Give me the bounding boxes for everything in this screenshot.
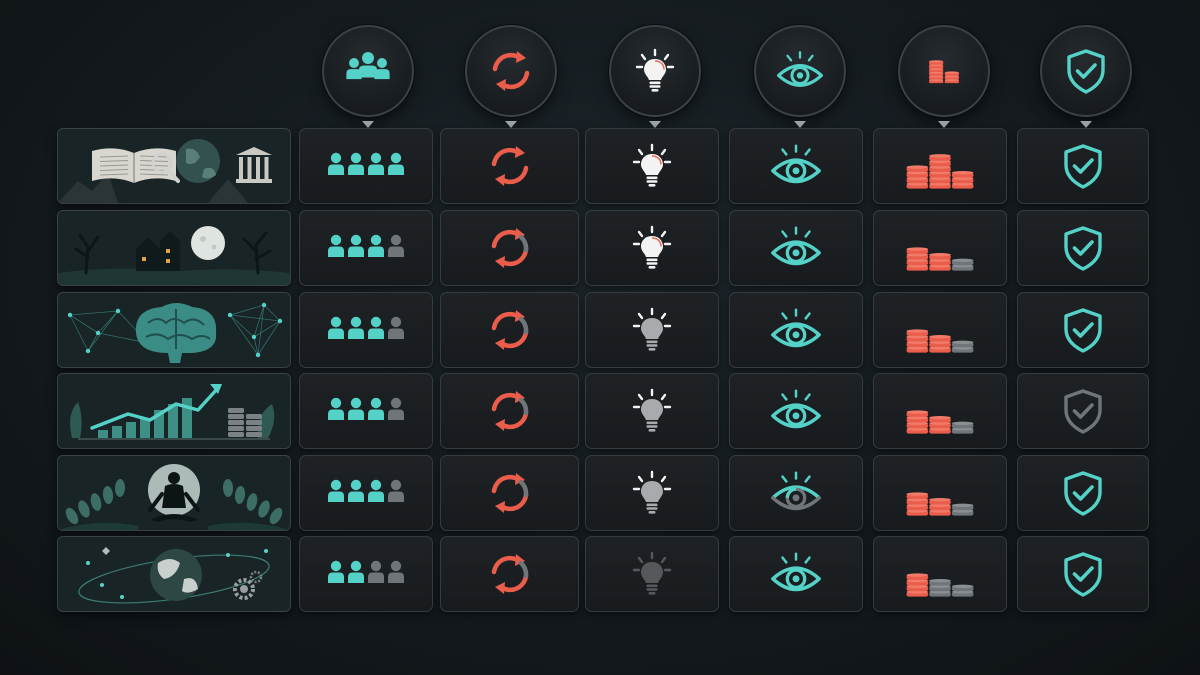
coins-icon xyxy=(906,410,974,434)
column-header-cycle xyxy=(465,25,557,128)
column-header-cost xyxy=(898,25,990,128)
header-pointer xyxy=(649,121,661,128)
cell-visibility xyxy=(729,455,863,531)
meditation-moon-image xyxy=(57,455,291,531)
globe-orbit-gears-image xyxy=(57,536,291,612)
cell-idea xyxy=(585,210,719,286)
lightbulb-icon xyxy=(632,143,672,187)
shield-check-icon xyxy=(1064,308,1102,353)
brain-network-image xyxy=(57,292,291,368)
lightbulb-icon xyxy=(632,225,672,269)
cell-security xyxy=(1017,455,1149,531)
cell-visibility xyxy=(729,128,863,204)
cell-cycle xyxy=(440,210,579,286)
refresh-icon xyxy=(492,51,530,91)
shield-check-icon xyxy=(1064,389,1102,434)
comparison-matrix xyxy=(0,0,1200,675)
refresh-icon xyxy=(491,554,529,594)
eye-icon xyxy=(771,308,821,348)
cell-idea xyxy=(585,455,719,531)
header-pointer xyxy=(362,121,374,128)
cell-cost xyxy=(873,292,1007,368)
column-header-visibility xyxy=(754,25,846,128)
refresh-icon xyxy=(491,146,529,186)
refresh-icon xyxy=(491,310,529,350)
cell-cycle xyxy=(440,128,579,204)
people-icon xyxy=(328,152,404,175)
refresh-icon xyxy=(491,391,529,431)
cell-security xyxy=(1017,373,1149,449)
cell-idea xyxy=(585,128,719,204)
column-header-idea xyxy=(609,25,701,128)
lightbulb-icon xyxy=(632,388,672,432)
eye-icon xyxy=(771,389,821,429)
header-pointer xyxy=(505,121,517,128)
header-pointer xyxy=(938,121,950,128)
cell-visibility xyxy=(729,292,863,368)
cell-cycle xyxy=(440,455,579,531)
cell-people xyxy=(299,292,433,368)
cell-cycle xyxy=(440,536,579,612)
cell-visibility xyxy=(729,536,863,612)
coins-icon xyxy=(929,60,959,84)
coins-icon xyxy=(906,492,974,516)
lightbulb-icon xyxy=(632,470,672,514)
people-icon xyxy=(346,52,390,80)
header-pointer xyxy=(794,121,806,128)
cell-people xyxy=(299,373,433,449)
shield-check-icon xyxy=(1064,226,1102,271)
cell-cycle xyxy=(440,292,579,368)
cell-security xyxy=(1017,536,1149,612)
cell-security xyxy=(1017,210,1149,286)
people-icon xyxy=(328,234,404,257)
eye-icon xyxy=(776,51,824,87)
cell-cost xyxy=(873,536,1007,612)
cell-visibility xyxy=(729,373,863,449)
cell-people xyxy=(299,128,433,204)
cell-cost xyxy=(873,373,1007,449)
cell-cost xyxy=(873,128,1007,204)
haunted-house-moon-image xyxy=(57,210,291,286)
people-icon xyxy=(328,316,404,339)
refresh-icon xyxy=(491,228,529,268)
refresh-icon xyxy=(491,473,529,513)
people-icon xyxy=(328,479,404,502)
coins-icon xyxy=(906,154,974,189)
lightbulb-icon xyxy=(632,551,672,595)
coins-icon xyxy=(906,573,974,597)
lightbulb-icon xyxy=(635,48,675,92)
cell-security xyxy=(1017,128,1149,204)
column-header-security xyxy=(1040,25,1132,128)
books-globe-landmarks-image xyxy=(57,128,291,204)
cell-security xyxy=(1017,292,1149,368)
people-icon xyxy=(328,560,404,583)
people-icon xyxy=(328,397,404,420)
shield-check-icon xyxy=(1064,144,1102,189)
shield-check-icon xyxy=(1064,552,1102,597)
eye-icon xyxy=(771,552,821,592)
lightbulb-icon xyxy=(632,307,672,351)
cell-people xyxy=(299,455,433,531)
shield-check-icon xyxy=(1067,49,1105,94)
cell-idea xyxy=(585,292,719,368)
eye-icon xyxy=(771,144,821,184)
header-pointer xyxy=(1080,121,1092,128)
cell-people xyxy=(299,210,433,286)
growth-chart-image xyxy=(57,373,291,449)
coins-icon xyxy=(906,329,974,353)
cell-people xyxy=(299,536,433,612)
cell-cycle xyxy=(440,373,579,449)
eye-icon xyxy=(771,471,821,511)
column-header-people xyxy=(322,25,414,128)
cell-cost xyxy=(873,210,1007,286)
cell-idea xyxy=(585,536,719,612)
cell-idea xyxy=(585,373,719,449)
coins-icon xyxy=(906,247,974,271)
cell-visibility xyxy=(729,210,863,286)
shield-check-icon xyxy=(1064,471,1102,516)
eye-icon xyxy=(771,226,821,266)
cell-cost xyxy=(873,455,1007,531)
